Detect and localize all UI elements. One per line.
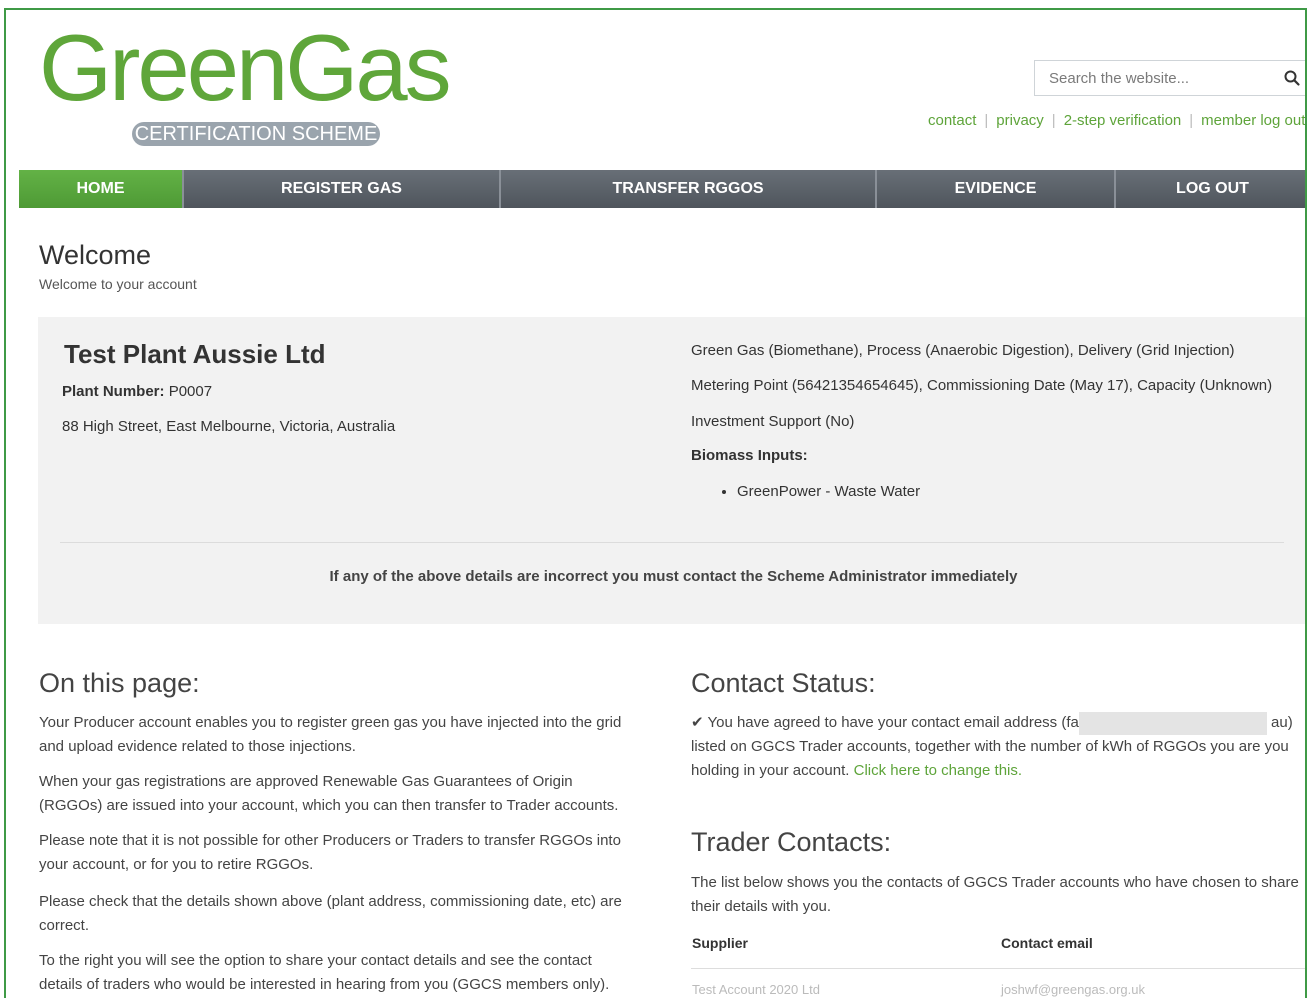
- greengas-logo[interactable]: GreenGas CERTIFICATION SCHEME: [39, 18, 489, 148]
- on-this-page-heading: On this page:: [39, 668, 200, 698]
- contact-status-heading: Contact Status:: [691, 668, 876, 698]
- plant-gas-detail: Green Gas (Biomethane), Process (Anaerob…: [691, 342, 1235, 359]
- page-frame: GreenGas CERTIFICATION SCHEME contact | pr…: [4, 8, 1307, 998]
- search-box: [1034, 60, 1305, 96]
- change-contact-sharing-link[interactable]: Click here to change this.: [854, 762, 1022, 779]
- trader-contacts-heading: Trader Contacts:: [691, 827, 892, 857]
- column-header-supplier: Supplier: [692, 935, 749, 951]
- main-nav: HOME REGISTER GAS TRANSFER RGGOS EVIDENC…: [19, 170, 1305, 208]
- info-paragraph: Your Producer account enables you to reg…: [39, 714, 622, 755]
- contact-status-text: ✔ You have agreed to have your contact e…: [691, 711, 1303, 783]
- nav-register-gas[interactable]: REGISTER GAS: [184, 170, 501, 208]
- logo-subtitle: CERTIFICATION SCHEME: [132, 122, 380, 146]
- nav-evidence[interactable]: EVIDENCE: [877, 170, 1116, 208]
- list-item: GreenPower - Waste Water: [737, 483, 920, 500]
- page-title: Welcome: [39, 240, 152, 270]
- contact-link[interactable]: contact: [928, 112, 976, 129]
- info-paragraph: When your gas registrations are approved…: [39, 773, 619, 814]
- nav-transfer-rggos[interactable]: TRANSFER RGGOS: [501, 170, 877, 208]
- link-separator: |: [1051, 112, 1056, 129]
- plant-address: 88 High Street, East Melbourne, Victoria…: [62, 418, 396, 435]
- table-divider: [691, 968, 1305, 969]
- member-logout-link[interactable]: member log out: [1201, 112, 1305, 129]
- plant-investment-detail: Investment Support (No): [691, 413, 855, 430]
- panel-notice: If any of the above details are incorrec…: [329, 568, 1018, 585]
- biomass-inputs-label: Biomass Inputs:: [691, 447, 808, 464]
- top-links: contact | privacy | 2-step verification | memb…: [928, 112, 1305, 129]
- link-separator: |: [1189, 112, 1194, 129]
- plant-number-value: P0007: [168, 383, 213, 400]
- column-header-contact-email: Contact email: [1001, 935, 1093, 951]
- contact-status-text-start: You have agreed to have your contact ema…: [707, 714, 1079, 731]
- page-subtitle: Welcome to your account: [39, 276, 197, 292]
- trader-contacts-description: The list below shows you the contacts of…: [691, 874, 1299, 915]
- search-input[interactable]: [1035, 61, 1279, 95]
- nav-log-out[interactable]: LOG OUT: [1116, 170, 1305, 208]
- check-icon: ✔: [691, 714, 704, 731]
- two-step-verification-link[interactable]: 2-step verification: [1064, 112, 1182, 129]
- plant-metering-detail: Metering Point (56421354654645), Commiss…: [691, 377, 1273, 394]
- divider: [60, 542, 1284, 543]
- logo-wordmark: GreenGas: [39, 15, 452, 120]
- plant-name: Test Plant Aussie Ltd: [64, 339, 326, 369]
- plant-details-panel: Test Plant Aussie Ltd Plant Number: P000…: [38, 317, 1305, 624]
- privacy-link[interactable]: privacy: [996, 112, 1044, 129]
- nav-home[interactable]: HOME: [19, 170, 184, 208]
- info-paragraph: Please check that the details shown abov…: [39, 893, 622, 934]
- plant-number-label: Plant Number:: [62, 383, 165, 400]
- biomass-inputs-list: GreenPower - Waste Water: [718, 483, 920, 500]
- info-paragraph: Please note that it is not possible for …: [39, 832, 621, 873]
- contact-status-text-end: au): [1271, 714, 1293, 731]
- plant-number: Plant Number: P0007: [62, 383, 212, 400]
- link-separator: |: [984, 112, 989, 129]
- redacted-email: [1078, 711, 1267, 735]
- search-icon[interactable]: [1283, 69, 1301, 87]
